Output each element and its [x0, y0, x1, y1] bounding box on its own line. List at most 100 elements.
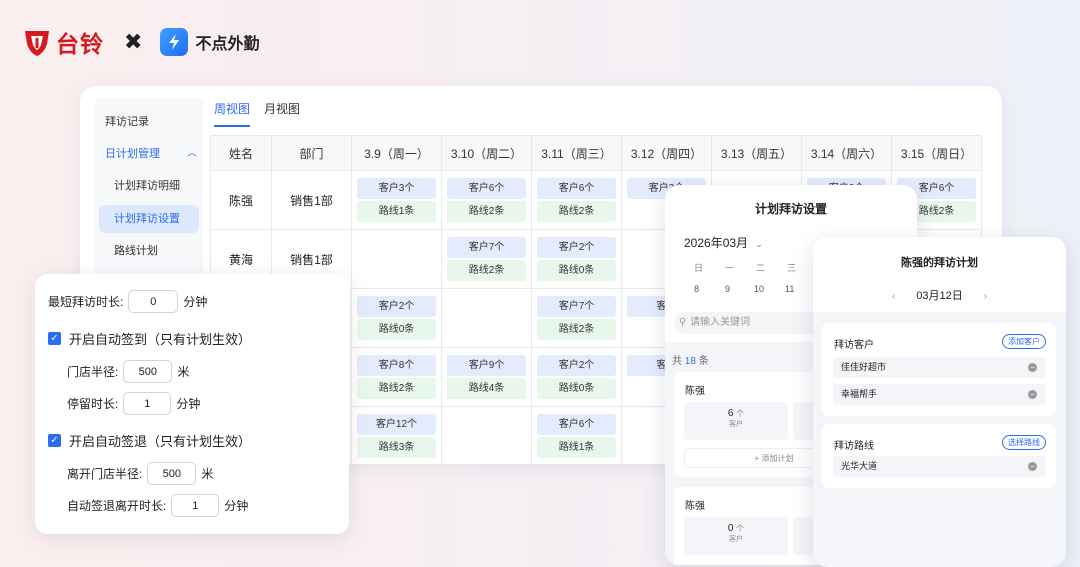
customer-stat: 0 个 客户	[684, 517, 788, 555]
visit-customer-card: 拜访客户 添加客户 佳佳好超市 − 幸福帮手 −	[822, 323, 1056, 416]
leave-radius-unit: 米	[201, 467, 214, 481]
remove-icon[interactable]: −	[1028, 462, 1037, 471]
visit-route-card: 拜访路线 选择路线 光华大道 −	[822, 424, 1056, 488]
calendar-day[interactable]: 11	[785, 284, 794, 294]
calendar-day[interactable]: 8	[694, 284, 699, 294]
day-cell[interactable]: 客户2个 路线0条	[351, 288, 442, 348]
remove-icon[interactable]: −	[1028, 390, 1037, 399]
day-cell[interactable]: 客户3个 路线1条	[351, 170, 442, 230]
route-count-pill[interactable]: 路线2条	[447, 260, 526, 281]
customer-count-pill[interactable]: 客户7个	[447, 237, 526, 258]
stay-time-input[interactable]: 1	[123, 392, 172, 415]
auto-sign-settings-panel: 最短拜访时长: 0 分钟 ✓ 开启自动签到（只有计划生效） 门店半径: 500 …	[35, 274, 349, 534]
customer-count-pill[interactable]: 客户9个	[447, 355, 526, 376]
customer-name: 佳佳好超市	[841, 362, 887, 372]
customer-count-pill[interactable]: 客户2个	[357, 296, 436, 317]
select-route-button[interactable]: 选择路线	[1002, 435, 1046, 450]
tab-month-view[interactable]: 月视图	[264, 100, 300, 127]
month-selector[interactable]: 2026年03月 ⌄	[684, 234, 763, 251]
route-count-pill[interactable]: 路线1条	[357, 201, 436, 222]
next-day-icon[interactable]: ›	[984, 291, 987, 302]
column-header: 部门	[271, 135, 352, 171]
route-count-pill[interactable]: 路线2条	[537, 319, 616, 340]
route-count-pill[interactable]: 路线1条	[537, 437, 616, 458]
auto-checkout-checkbox[interactable]: ✓	[48, 434, 61, 447]
column-header: 3.11（周三）	[531, 135, 622, 171]
sidebar-item-daily-plan[interactable]: 日计划管理 ︿	[105, 140, 197, 168]
calendar-day[interactable]: 10	[754, 284, 764, 294]
day-cell[interactable]: 客户6个 路线1条	[531, 406, 622, 466]
customer-stat: 6 个 客户	[684, 402, 788, 440]
store-radius-label: 门店半径:	[67, 365, 119, 379]
column-header: 3.10（周二）	[441, 135, 532, 171]
customer-count-pill[interactable]: 客户6个	[537, 414, 616, 435]
leave-time-input[interactable]: 1	[171, 494, 220, 517]
customer-count-pill[interactable]: 客户7个	[537, 296, 616, 317]
customer-count-pill[interactable]: 客户3个	[357, 178, 436, 199]
day-cell[interactable]: 客户8个 路线2条	[351, 347, 442, 407]
tab-week-view[interactable]: 周视图	[214, 100, 251, 127]
day-cell[interactable]: 客户9个 路线4条	[441, 347, 532, 407]
day-cell[interactable]: 客户7个 路线2条	[441, 229, 532, 289]
min-visit-label: 最短拜访时长:	[48, 295, 124, 309]
day-cell[interactable]: 客户7个 路线2条	[531, 288, 622, 348]
min-visit-input[interactable]: 0	[128, 290, 179, 313]
route-count-pill[interactable]: 路线0条	[537, 260, 616, 281]
customer-count-pill[interactable]: 客户12个	[357, 414, 436, 435]
route-count-pill[interactable]: 路线2条	[357, 378, 436, 399]
customer-count-pill[interactable]: 客户2个	[537, 355, 616, 376]
prev-day-icon[interactable]: ‹	[892, 291, 895, 302]
sidebar: 拜访记录 日计划管理 ︿ 计划拜访明细 计划拜访设置 路线计划	[95, 98, 203, 298]
count-prefix: 共	[672, 356, 682, 367]
route-name: 光华大道	[841, 461, 878, 471]
day-cell[interactable]: 客户6个 路线2条	[441, 170, 532, 230]
day-cell[interactable]: 客户2个 路线0条	[531, 229, 622, 289]
route-count-pill[interactable]: 路线0条	[357, 319, 436, 340]
stat-number: 6	[727, 408, 734, 419]
leave-radius-row: 离开门店半径: 500 米	[67, 462, 213, 485]
day-cell[interactable]	[441, 406, 532, 466]
employee-name: 陈强	[685, 386, 705, 397]
calendar-day[interactable]: 9	[725, 284, 730, 294]
day-cell[interactable]	[351, 229, 442, 289]
add-customer-button[interactable]: 添加客户	[1002, 334, 1046, 349]
route-count-pill[interactable]: 路线4条	[447, 378, 526, 399]
route-count-pill[interactable]: 路线0条	[537, 378, 616, 399]
tailg-logo: 台铃	[22, 25, 104, 59]
count-suffix: 条	[698, 356, 709, 367]
column-header: 3.13（周五）	[711, 135, 802, 171]
store-radius-unit: 米	[177, 365, 190, 379]
leave-radius-label: 离开门店半径:	[67, 467, 143, 481]
stat-unit: 个	[736, 524, 745, 533]
weekday-label: 二	[756, 263, 766, 273]
list-item: 光华大道 −	[833, 456, 1046, 477]
sidebar-item-visit-records[interactable]: 拜访记录	[105, 108, 197, 136]
customer-count-pill[interactable]: 客户2个	[537, 237, 616, 258]
tailg-shield-icon	[25, 31, 49, 56]
sidebar-item-route-plan[interactable]: 路线计划	[99, 237, 199, 265]
customer-count-pill[interactable]: 客户8个	[357, 355, 436, 376]
list-item: 佳佳好超市 −	[833, 357, 1046, 378]
customer-count-pill[interactable]: 客户6个	[537, 178, 616, 199]
remove-icon[interactable]: −	[1028, 363, 1037, 372]
stat-number: 0	[727, 523, 734, 534]
bolt-icon	[160, 28, 189, 56]
store-radius-input[interactable]: 500	[123, 360, 173, 383]
sidebar-item-plan-detail[interactable]: 计划拜访明细	[99, 172, 199, 200]
page-title: 计划拜访设置	[754, 202, 827, 216]
day-cell[interactable]: 客户12个 路线3条	[351, 406, 442, 466]
column-header: 3.15（周日）	[891, 135, 982, 171]
route-count-pill[interactable]: 路线3条	[357, 437, 436, 458]
route-count-pill[interactable]: 路线2条	[447, 201, 526, 222]
auto-checkin-label: 开启自动签到（只有计划生效）	[69, 332, 252, 347]
route-count-pill[interactable]: 路线2条	[537, 201, 616, 222]
employee-name-cell: 陈强	[210, 170, 272, 230]
column-header: 姓名	[210, 135, 272, 171]
day-cell[interactable]: 客户6个 路线2条	[531, 170, 622, 230]
leave-radius-input[interactable]: 500	[147, 462, 197, 485]
day-cell[interactable]: 客户2个 路线0条	[531, 347, 622, 407]
day-cell[interactable]	[441, 288, 532, 348]
sidebar-item-plan-settings[interactable]: 计划拜访设置	[99, 205, 199, 233]
auto-checkin-checkbox[interactable]: ✓	[48, 332, 61, 345]
customer-count-pill[interactable]: 客户6个	[447, 178, 526, 199]
